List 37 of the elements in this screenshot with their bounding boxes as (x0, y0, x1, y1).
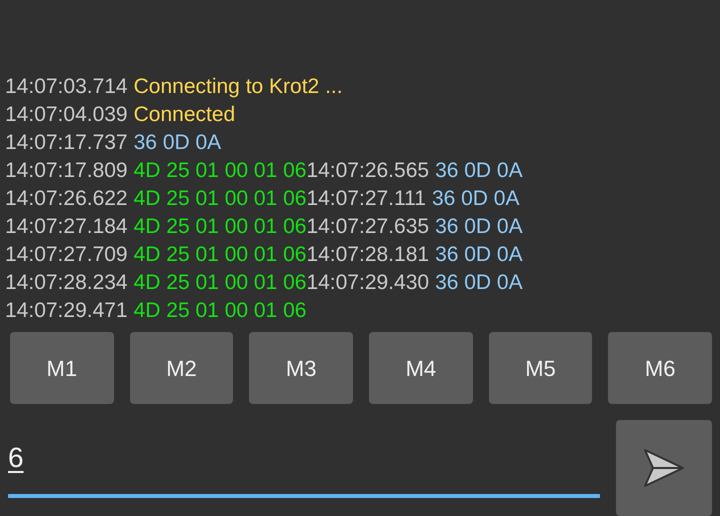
macro-button[interactable]: M1 (10, 332, 114, 404)
sent-hex-data: 36 0D 0A (134, 131, 222, 154)
timestamp: 14:07:27.184 (5, 215, 128, 238)
timestamp: 14:07:04.039 (5, 103, 128, 126)
received-hex-data: 4D 25 01 00 01 06 (134, 215, 306, 238)
timestamp: 14:07:03.714 (5, 75, 128, 98)
sent-hex-data: 36 0D 0A (432, 187, 520, 210)
message-input-field[interactable]: 6 (8, 426, 600, 498)
received-hex-data: 4D 25 01 00 01 06 (134, 299, 306, 322)
macro-button[interactable]: M6 (608, 332, 712, 404)
timestamp: 14:07:26.622 (5, 187, 128, 210)
macro-button[interactable]: M4 (369, 332, 473, 404)
timestamp: 14:07:28.181 (306, 243, 430, 266)
macro-button[interactable]: M3 (249, 332, 354, 404)
sent-hex-data: 36 0D 0A (435, 243, 523, 266)
timestamp: 14:07:27.635 (306, 215, 430, 238)
received-hex-data: 4D 25 01 00 01 06 (134, 159, 306, 182)
macro-button[interactable]: M2 (130, 332, 234, 404)
received-hex-data: 4D 25 01 00 01 06 (134, 187, 306, 210)
timestamp: 14:07:29.471 (5, 299, 128, 322)
sent-hex-data: 36 0D 0A (435, 215, 523, 238)
sent-hex-data: 36 0D 0A (435, 271, 523, 294)
macro-button[interactable]: M5 (488, 332, 592, 404)
timestamp: 14:07:28.234 (5, 271, 128, 294)
received-hex-data: 4D 25 01 00 01 06 (134, 271, 306, 294)
timestamp: 14:07:27.709 (5, 243, 128, 266)
timestamp: 14:07:26.565 (306, 159, 430, 182)
sent-hex-data: 36 0D 0A (435, 159, 523, 182)
send-icon (643, 448, 685, 488)
status-message: Connected (134, 103, 236, 126)
received-hex-data: 4D 25 01 00 01 06 (134, 243, 306, 266)
timestamp: 14:07:29.430 (306, 271, 430, 294)
timestamp: 14:07:27.111 (306, 187, 426, 210)
send-button[interactable] (616, 420, 712, 516)
status-message: Connecting to Krot2 ... (134, 75, 343, 98)
timestamp: 14:07:17.737 (5, 131, 128, 154)
timestamp: 14:07:17.809 (5, 159, 128, 182)
